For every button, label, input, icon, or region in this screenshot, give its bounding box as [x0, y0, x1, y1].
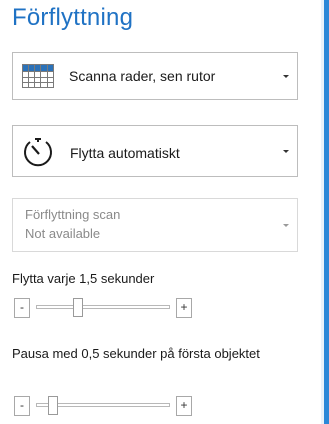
- chevron-down-icon: [283, 75, 289, 78]
- move-mode-label: Flytta automatiskt: [70, 145, 180, 161]
- first-pause-slider: - +: [14, 396, 192, 418]
- move-interval-slider: - +: [14, 298, 192, 320]
- decrease-button[interactable]: -: [14, 396, 30, 416]
- scan-movement-dropdown: Förflyttning scan Not available: [12, 198, 298, 252]
- timer-icon: [24, 138, 52, 167]
- slider-thumb[interactable]: [48, 396, 59, 415]
- slider-thumb[interactable]: [73, 298, 84, 317]
- move-mode-dropdown[interactable]: Flytta automatiskt: [12, 125, 298, 177]
- increase-button[interactable]: +: [176, 298, 192, 318]
- scan-movement-value: Not available: [25, 226, 101, 241]
- scan-mode-label: Scanna rader, sen rutor: [69, 68, 216, 84]
- chevron-down-icon: [283, 150, 289, 153]
- increase-button[interactable]: +: [176, 396, 192, 416]
- scan-mode-dropdown[interactable]: Scanna rader, sen rutor: [12, 52, 298, 100]
- chevron-down-icon: [283, 224, 289, 227]
- grid-icon: [22, 64, 54, 88]
- decrease-button[interactable]: -: [14, 298, 30, 318]
- scan-movement-label: Förflyttning scan: [25, 207, 121, 222]
- panel-edge-accent: [324, 0, 329, 424]
- first-pause-label: Pausa med 0,5 sekunder på första objekte…: [12, 346, 260, 361]
- move-interval-label: Flytta varje 1,5 sekunder: [12, 271, 155, 286]
- page-title: Förflyttning: [12, 4, 134, 31]
- slider-track[interactable]: [36, 305, 170, 309]
